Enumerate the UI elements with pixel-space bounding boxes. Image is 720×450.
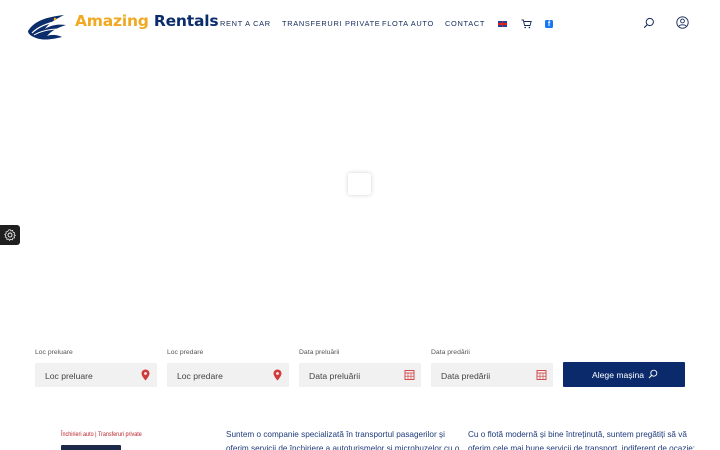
eagle-logo-icon[interactable]	[24, 11, 68, 45]
calendar-icon	[404, 370, 415, 380]
choose-car-button[interactable]: Alege mașina	[563, 362, 685, 387]
nav-contact[interactable]: CONTACT	[445, 19, 485, 28]
search-icon[interactable]	[643, 17, 655, 29]
pickup-location-input[interactable]: Loc preluare	[35, 363, 157, 387]
fleet-text-line-2: oferim cele mai bune servicii de transpo…	[468, 444, 696, 450]
search-icon	[648, 369, 658, 379]
nav-flota-auto[interactable]: FLOTA AUTO	[382, 19, 434, 28]
pickup-location-placeholder: Loc preluare	[45, 371, 93, 381]
brand-name[interactable]: Amazing Rentals	[75, 12, 219, 30]
dropoff-location-input[interactable]: Loc predare	[167, 363, 289, 387]
pickup-date-placeholder: Data preluării	[309, 371, 361, 381]
settings-tab[interactable]	[0, 225, 20, 245]
map-pin-icon	[273, 369, 282, 381]
choose-car-button-label: Alege mașina	[592, 370, 645, 380]
brand-part-amazing: Amazing	[75, 12, 149, 30]
pickup-date-input[interactable]: Data preluării	[299, 363, 421, 387]
cart-icon[interactable]	[521, 19, 532, 29]
dropoff-date-placeholder: Data predării	[441, 371, 491, 381]
about-text-line-2: oferim servicii de închiriere a autoturi…	[226, 444, 460, 450]
pickup-date-label: Data preluării	[299, 349, 340, 356]
brand-part-rentals: Rentals	[153, 12, 219, 30]
about-text-line-1: Suntem o companie specializată în transp…	[226, 430, 445, 439]
facebook-icon[interactable]: f	[545, 20, 553, 28]
gear-icon	[4, 229, 16, 241]
loading-spinner	[348, 173, 371, 195]
user-icon[interactable]	[676, 16, 689, 29]
nav-transferuri-private[interactable]: TRANSFERURI PRIVATE	[282, 19, 380, 28]
footer-logo-icon	[61, 445, 121, 450]
site-header: Amazing Rentals RENT A CAR TRANSFERURI P…	[0, 0, 720, 48]
dropoff-date-input[interactable]: Data predării	[431, 363, 553, 387]
map-pin-icon	[141, 369, 150, 381]
calendar-icon	[536, 370, 547, 380]
pickup-location-label: Loc preluare	[35, 349, 73, 356]
dropoff-location-label: Loc predare	[167, 349, 204, 356]
dropoff-location-placeholder: Loc predare	[177, 371, 223, 381]
footer-logo-tagline: Închirieri auto | Transferuri private	[61, 431, 142, 438]
uk-flag-icon[interactable]	[498, 21, 507, 27]
fleet-text-line-1: Cu o flotă modernă și bine întreținută, …	[468, 430, 687, 439]
nav-rent-a-car[interactable]: RENT A CAR	[220, 19, 271, 28]
dropoff-date-label: Data predării	[431, 349, 470, 356]
